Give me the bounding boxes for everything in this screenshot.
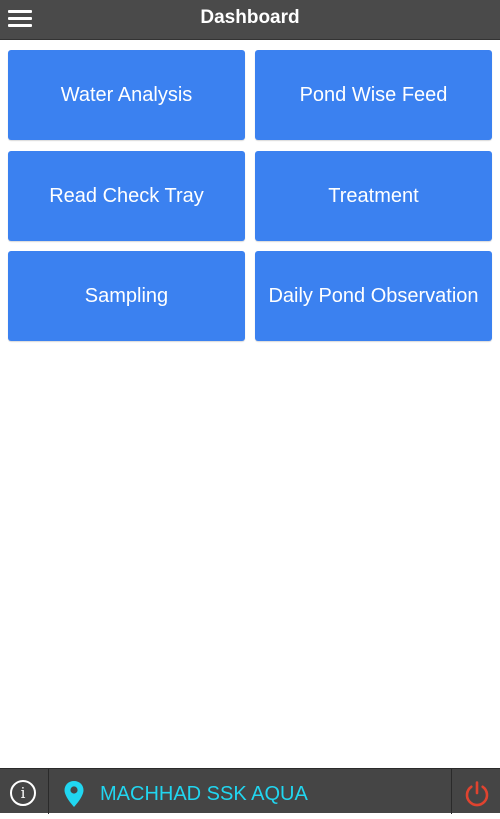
- info-icon: i: [10, 780, 36, 806]
- hamburger-menu-icon[interactable]: [6, 6, 34, 32]
- page-title: Dashboard: [200, 7, 300, 28]
- sampling-button[interactable]: Sampling: [8, 251, 245, 341]
- app-bar: Dashboard: [0, 0, 500, 40]
- info-button[interactable]: i: [0, 769, 49, 814]
- location-name: MACHHAD SSK AQUA: [100, 783, 308, 805]
- location-pin-icon: [64, 781, 84, 807]
- pond-wise-feed-button[interactable]: Pond Wise Feed: [255, 50, 492, 140]
- power-icon: [465, 781, 489, 807]
- read-check-tray-button[interactable]: Read Check Tray: [8, 151, 245, 241]
- water-analysis-button[interactable]: Water Analysis: [8, 50, 245, 140]
- treatment-button[interactable]: Treatment: [255, 151, 492, 241]
- power-button[interactable]: [451, 769, 500, 814]
- daily-pond-observation-button[interactable]: Daily Pond Observation: [255, 251, 492, 341]
- location-selector[interactable]: MACHHAD SSK AQUA: [50, 769, 451, 814]
- menu-line: [8, 17, 32, 20]
- menu-line: [8, 24, 32, 27]
- menu-line: [8, 10, 32, 13]
- footer-bar: i MACHHAD SSK AQUA: [0, 768, 500, 814]
